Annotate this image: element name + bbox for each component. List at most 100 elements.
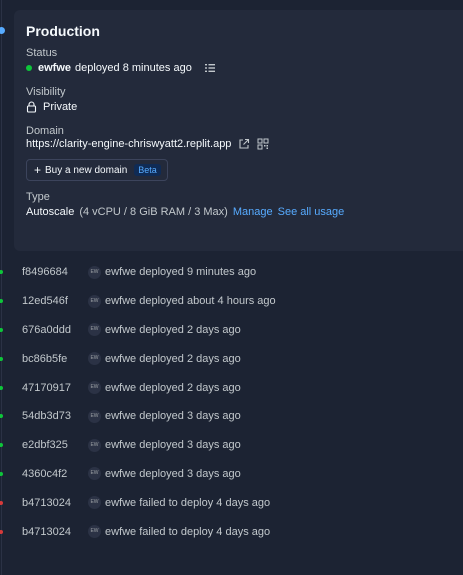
type-spec: (4 vCPU / 8 GiB RAM / 3 Max) [79, 206, 228, 218]
deploy-history-row[interactable]: b4713024 EW ewfwe failed to deploy 4 days … [0, 517, 463, 546]
deploy-user: ewfwe [105, 496, 137, 509]
success-status-dot-icon [0, 471, 3, 476]
status-text: ewfwe deployed 8 minutes ago [38, 60, 192, 76]
deploy-message: ewfwe deployed about 4 hours ago [105, 295, 276, 307]
visibility-section: Visibility Private [26, 85, 463, 115]
deploy-text: deployed 2 days ago [139, 323, 241, 336]
manage-link[interactable]: Manage [233, 204, 273, 220]
failed-status-dot-icon [0, 529, 3, 534]
type-label: Type [26, 191, 50, 203]
avatar: EW [88, 467, 101, 481]
deploy-user: ewfwe [105, 266, 137, 279]
avatar: EW [88, 438, 101, 452]
buy-domain-button[interactable]: + Buy a new domain Beta [26, 159, 168, 181]
current-deployment-dot [0, 27, 5, 34]
success-status-dot-icon [0, 385, 3, 390]
deploy-text: deployed 9 minutes ago [139, 266, 257, 279]
status-description: deployed 8 minutes ago [75, 62, 192, 74]
deploy-text: failed to deploy 4 days ago [139, 525, 271, 538]
qr-code-icon[interactable] [257, 138, 269, 150]
deploy-user: ewfwe [105, 295, 137, 308]
success-status-dot-icon [0, 270, 3, 275]
deploy-history-row[interactable]: b4713024 EW ewfwe failed to deploy 4 days … [0, 488, 463, 517]
commit-hash[interactable]: 4360c4f2 [22, 468, 67, 480]
deploy-history-row[interactable]: e2dbf325 EW ewfwe deployed 3 days ago [0, 431, 463, 460]
deploy-history-row[interactable]: 47170917 EW ewfwe deployed 2 days ago [0, 373, 463, 402]
domain-label: Domain [26, 125, 64, 137]
domain-section: Domain https://clarity-engine-chriswyatt… [26, 124, 463, 181]
production-card: Production Status ewfwe deployed 8 minut… [14, 10, 463, 251]
deploy-message: ewfwe failed to deploy 4 days ago [105, 497, 270, 509]
deploy-user: ewfwe [105, 410, 137, 423]
avatar: EW [88, 352, 101, 366]
see-all-usage-link[interactable]: See all usage [278, 204, 345, 220]
deploy-user: ewfwe [105, 439, 137, 452]
type-value: Autoscale [26, 206, 75, 218]
deploy-message: ewfwe deployed 2 days ago [105, 382, 241, 394]
deploy-text: deployed about 4 hours ago [139, 295, 276, 308]
plus-icon: + [34, 163, 42, 177]
commit-hash[interactable]: 47170917 [22, 382, 71, 394]
visibility-text: Private [43, 101, 78, 113]
commit-hash[interactable]: e2dbf325 [22, 439, 68, 451]
domain-url[interactable]: https://clarity-engine-chriswyatt2.repli… [26, 138, 231, 150]
deploy-user: ewfwe [105, 525, 137, 538]
deploy-history-row[interactable]: 54db3d73 EW ewfwe deployed 3 days ago [0, 402, 463, 431]
deploy-text: deployed 3 days ago [139, 410, 241, 423]
deploy-history-row[interactable]: 4360c4f2 EW ewfwe deployed 3 days ago [0, 460, 463, 489]
deploy-user: ewfwe [105, 323, 137, 336]
list-icon[interactable] [204, 62, 216, 74]
status-label: Status [26, 47, 58, 59]
deploy-message: ewfwe deployed 2 days ago [105, 353, 241, 365]
deploy-text: failed to deploy 4 days ago [139, 496, 271, 509]
commit-hash[interactable]: f8496684 [22, 266, 68, 278]
visibility-value: Private [26, 99, 463, 115]
success-status-dot-icon [0, 356, 3, 361]
avatar: EW [88, 496, 101, 510]
deploy-history-row[interactable]: 676a0ddd EW ewfwe deployed 2 days ago [0, 316, 463, 345]
commit-hash[interactable]: bc86b5fe [22, 353, 67, 365]
deploy-text: deployed 3 days ago [139, 439, 241, 452]
deploy-user: ewfwe [105, 381, 137, 394]
commit-hash[interactable]: 54db3d73 [22, 410, 71, 422]
buy-domain-label: Buy a new domain [45, 164, 128, 176]
page-title: Production [26, 23, 100, 39]
domain-row: https://clarity-engine-chriswyatt2.repli… [26, 138, 463, 150]
external-link-icon[interactable] [238, 138, 250, 150]
lock-icon [26, 101, 37, 113]
deploy-text: deployed 3 days ago [139, 467, 241, 480]
success-status-dot-icon [0, 414, 3, 419]
deployments-page: Production Status ewfwe deployed 8 minut… [0, 0, 463, 575]
status-user: ewfwe [38, 62, 72, 74]
deploy-user: ewfwe [105, 467, 137, 480]
deploy-user: ewfwe [105, 352, 137, 365]
visibility-label: Visibility [26, 86, 66, 98]
deploy-text: deployed 2 days ago [139, 381, 241, 394]
type-row: Autoscale (4 vCPU / 8 GiB RAM / 3 Max) M… [26, 204, 463, 220]
avatar: EW [88, 265, 101, 279]
type-section: Type Autoscale (4 vCPU / 8 GiB RAM / 3 M… [26, 190, 463, 220]
deploy-history-row[interactable]: 12ed546f EW ewfwe deployed about 4 hours a… [0, 287, 463, 316]
deploy-history-row[interactable]: bc86b5fe EW ewfwe deployed 2 days ago [0, 344, 463, 373]
deploy-message: ewfwe deployed 3 days ago [105, 410, 241, 422]
avatar: EW [88, 381, 101, 395]
success-status-dot-icon [0, 443, 3, 448]
deploy-message: ewfwe deployed 9 minutes ago [105, 266, 256, 278]
status-section: Status ewfwe deployed 8 minutes ago [26, 46, 463, 76]
commit-hash[interactable]: 12ed546f [22, 295, 68, 307]
commit-hash[interactable]: b4713024 [22, 526, 71, 538]
commit-hash[interactable]: 676a0ddd [22, 324, 71, 336]
deploy-message: ewfwe deployed 3 days ago [105, 439, 241, 451]
deploy-message: ewfwe failed to deploy 4 days ago [105, 526, 270, 538]
deploy-history-row[interactable]: f8496684 EW ewfwe deployed 9 minutes ago [0, 258, 463, 287]
status-dot-icon [26, 65, 32, 71]
commit-hash[interactable]: b4713024 [22, 497, 71, 509]
avatar: EW [88, 525, 101, 539]
deploy-text: deployed 2 days ago [139, 352, 241, 365]
failed-status-dot-icon [0, 500, 3, 505]
avatar: EW [88, 323, 101, 337]
success-status-dot-icon [0, 299, 3, 304]
deploy-message: ewfwe deployed 2 days ago [105, 324, 241, 336]
avatar: EW [88, 409, 101, 423]
status-value: ewfwe deployed 8 minutes ago [26, 60, 463, 76]
